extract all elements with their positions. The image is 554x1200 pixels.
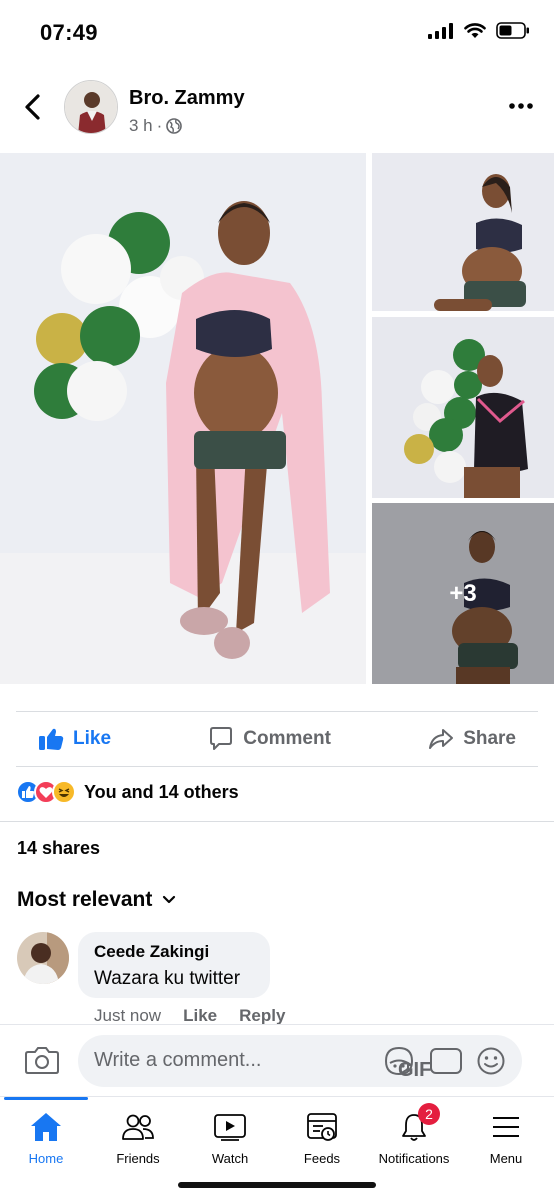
watch-icon — [214, 1114, 246, 1141]
cellular-signal-icon — [428, 22, 453, 39]
home-icon — [31, 1113, 61, 1141]
comment-actions: Just now Like Reply — [94, 1006, 285, 1026]
tab-home[interactable]: Home — [0, 1109, 92, 1166]
tab-friends[interactable]: Friends — [92, 1109, 184, 1166]
composer-icons: GIF — [382, 1045, 506, 1081]
ellipsis-icon — [509, 103, 533, 109]
meta-separator: · — [156, 116, 163, 135]
comment-button[interactable]: Comment — [186, 726, 353, 752]
share-label: Share — [463, 728, 516, 749]
divider — [0, 821, 554, 822]
more-photos-count: +3 — [449, 579, 477, 607]
comment-input[interactable]: Write a comment... GIF — [78, 1035, 522, 1087]
emoji-icon[interactable] — [476, 1046, 506, 1076]
post-action-bar: Like Comment Share — [16, 713, 538, 765]
tab-label: Menu — [489, 1151, 523, 1166]
comment-time: Just now — [94, 1006, 162, 1025]
author-avatar[interactable] — [64, 80, 118, 134]
comment-composer: Write a comment... GIF — [0, 1024, 554, 1096]
tab-label: Home — [28, 1151, 64, 1166]
post-photo-thumb-2[interactable] — [372, 317, 554, 498]
menu-icon — [493, 1117, 519, 1137]
gif-label: GIF — [398, 1059, 432, 1081]
globe-icon — [166, 118, 183, 134]
shares-count[interactable]: 14 shares — [17, 838, 100, 859]
camera-button[interactable] — [24, 1045, 60, 1080]
divider — [16, 711, 538, 712]
commenter-avatar[interactable] — [17, 932, 69, 984]
post-photo-grid: +3 — [0, 153, 554, 686]
tab-menu[interactable]: Menu — [460, 1109, 552, 1166]
reactions-text: You and 14 others — [84, 781, 239, 802]
tab-watch[interactable]: Watch — [184, 1109, 276, 1166]
post-photo-main[interactable] — [0, 153, 366, 684]
comment-author[interactable]: Ceede Zakingi — [94, 942, 254, 962]
share-button[interactable]: Share — [406, 727, 538, 751]
notifications-badge: 2 — [418, 1103, 440, 1125]
tab-label: Friends — [116, 1151, 160, 1166]
tab-feeds[interactable]: Feeds — [276, 1109, 368, 1166]
tab-label: Feeds — [303, 1151, 341, 1166]
post-photo-thumb-3[interactable]: +3 — [372, 503, 554, 684]
chevron-down-icon — [163, 895, 176, 904]
friends-icon — [122, 1114, 154, 1140]
post-meta: 3 h · — [129, 116, 183, 136]
haha-reaction-icon — [52, 780, 76, 804]
camera-icon — [25, 1047, 59, 1074]
comments-sort-label: Most relevant — [17, 888, 153, 911]
gif-button[interactable]: GIF — [398, 1048, 462, 1081]
post-time[interactable]: 3 h — [129, 116, 153, 136]
home-indicator — [178, 1182, 376, 1188]
comments-sort-dropdown[interactable]: Most relevant — [17, 888, 176, 912]
more-photos-overlay[interactable]: +3 — [372, 503, 554, 684]
tab-label: Watch — [211, 1151, 249, 1166]
chevron-left-icon — [25, 94, 40, 120]
like-button[interactable]: Like — [16, 727, 133, 751]
comment-input-placeholder: Write a comment... — [94, 1049, 262, 1071]
divider — [16, 766, 538, 767]
comment-text: Wazara ku twitter — [94, 968, 241, 989]
post-header: Bro. Zammy 3 h · — [0, 74, 554, 138]
battery-icon — [496, 22, 529, 39]
comment-label: Comment — [243, 728, 331, 749]
share-icon — [429, 729, 454, 749]
feeds-icon — [307, 1113, 337, 1141]
more-options-button[interactable] — [508, 96, 534, 116]
status-bar: 07:49 — [0, 0, 554, 66]
back-button[interactable] — [20, 92, 46, 122]
post-photo-thumb-1[interactable] — [372, 153, 554, 311]
comment-reply-button[interactable]: Reply — [239, 1006, 285, 1026]
active-tab-indicator — [4, 1097, 88, 1100]
comment-bubble[interactable]: Ceede Zakingi Wazara ku twitter — [78, 932, 270, 998]
tab-label: Notifications — [378, 1151, 450, 1166]
like-label: Like — [73, 728, 112, 749]
status-icons — [428, 22, 530, 39]
wifi-icon — [464, 22, 486, 38]
comment-like-button[interactable]: Like — [183, 1006, 217, 1026]
status-time: 07:49 — [40, 20, 98, 45]
tab-notifications[interactable]: 2 Notifications — [368, 1103, 460, 1166]
comment-icon — [210, 727, 233, 750]
author-name[interactable]: Bro. Zammy — [129, 87, 245, 110]
thumbs-up-icon — [39, 728, 64, 750]
reactions-summary[interactable]: You and 14 others — [16, 780, 239, 804]
